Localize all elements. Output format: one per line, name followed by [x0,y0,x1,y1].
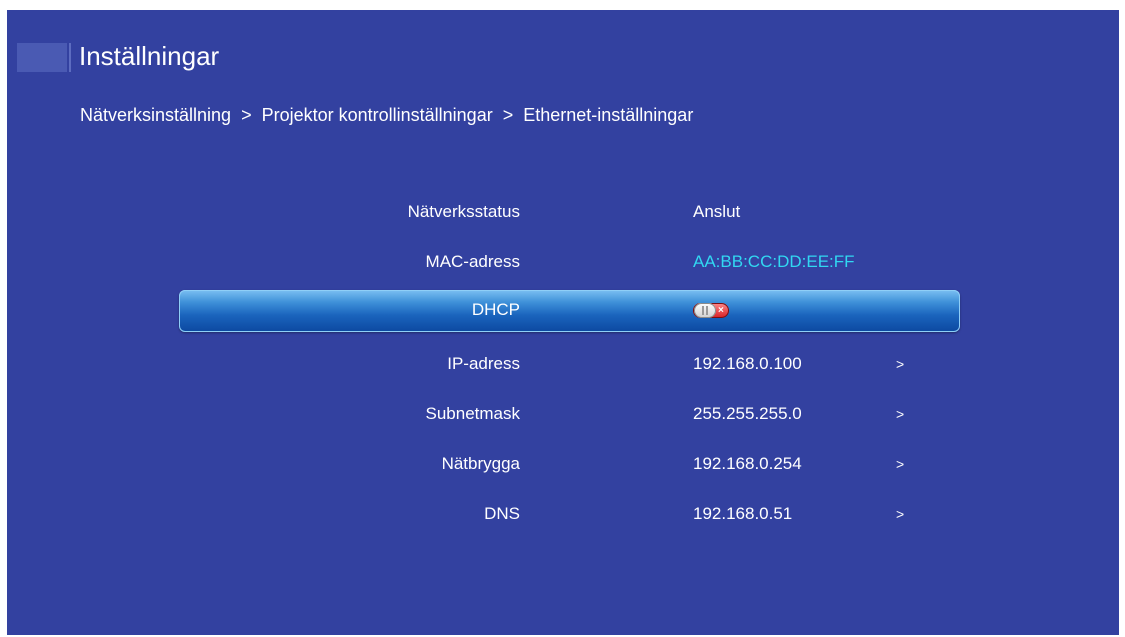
breadcrumb-item-projector-control: Projektor kontrollinställningar [261,105,493,125]
title-divider [69,43,71,72]
setting-row-gateway[interactable]: Nätbrygga 192.168.0.254 > [179,444,960,484]
mac-address-value: AA:BB:CC:DD:EE:FF [693,252,855,271]
ip-address-label: IP-adress [447,354,520,373]
toggle-knob-icon [694,303,716,318]
toggle-off-icon: × [718,305,724,316]
mac-address-label: MAC-adress [425,252,520,271]
network-status-label: Nätverksstatus [407,202,520,221]
setting-row-dhcp[interactable]: DHCP × [179,290,960,332]
dns-label: DNS [484,504,520,523]
dhcp-toggle[interactable]: × [693,303,729,318]
network-status-value: Anslut [693,202,741,221]
dhcp-label: DHCP [471,300,520,319]
ip-address-value: 192.168.0.100 [693,354,802,373]
setting-row-network-status: Nätverksstatus Anslut [179,192,960,232]
breadcrumb-item-ethernet-settings: Ethernet-inställningar [523,105,694,125]
chevron-right-icon: > [896,356,905,372]
gateway-value: 192.168.0.254 [693,454,802,473]
setting-row-mac-address: MAC-adress AA:BB:CC:DD:EE:FF [179,242,960,282]
chevron-right-icon: > [896,506,905,522]
breadcrumb: Nätverksinställning > Projektor kontrollin… [80,103,693,127]
breadcrumb-separator: > [241,105,252,125]
page-title: Inställningar [79,41,220,71]
setting-row-ip-address[interactable]: IP-adress 192.168.0.100 > [179,344,960,384]
setting-row-subnet-mask[interactable]: Subnetmask 255.255.255.0 > [179,394,960,434]
app-logo-icon [17,43,67,72]
breadcrumb-separator: > [502,105,514,125]
gateway-label: Nätbrygga [441,454,520,473]
setting-row-dns[interactable]: DNS 192.168.0.51 > [179,494,960,534]
chevron-right-icon: > [896,456,905,472]
breadcrumb-item-network-settings: Nätverksinställning [80,105,232,125]
subnet-mask-value: 255.255.255.0 [693,404,802,423]
dns-value: 192.168.0.51 [693,504,793,523]
subnet-mask-label: Subnetmask [425,404,521,423]
chevron-right-icon: > [896,406,905,422]
settings-screen: Inställningar Nätverksinställning > Projek… [7,10,1119,635]
